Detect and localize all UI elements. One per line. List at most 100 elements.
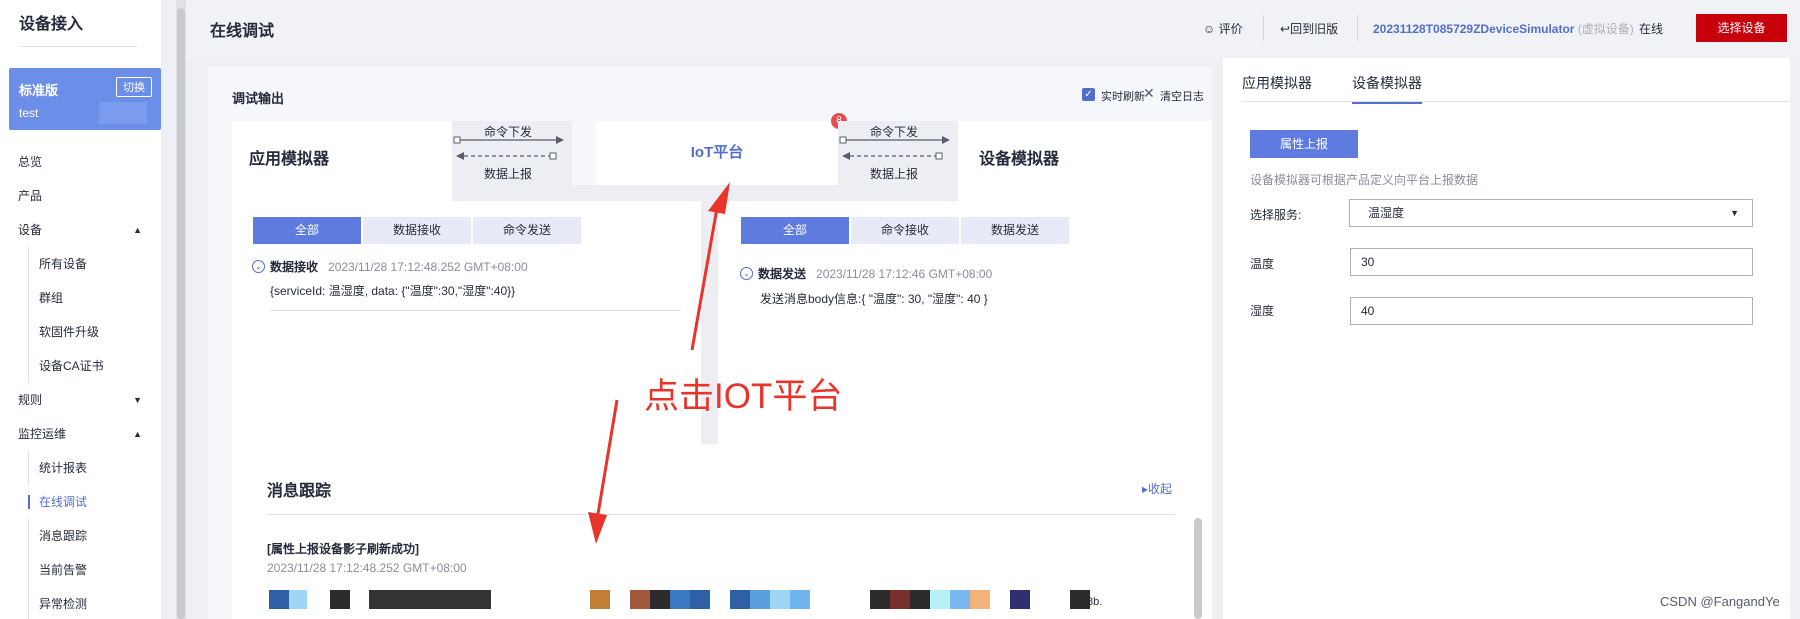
right-edge [1790,58,1800,619]
app-simulator-box: 应用模拟器 [232,121,452,211]
back-to-old-link[interactable]: ↩回到旧版 [1280,20,1338,37]
sidebar-item-rules[interactable]: 规则 ▼ [0,383,161,417]
tabs-divider [1242,101,1792,102]
sidebar-item-label: 消息跟踪 [39,529,88,543]
tab-command-send[interactable]: 命令发送 [473,217,581,244]
sidebar-menu: 总览 产品 设备 ▲ 所有设备 群组 软固件升级 设备CA证书 规则 ▼ 监控运维 ▲… [0,145,161,619]
page-title: 在线调试 [210,23,275,40]
collapse-icon[interactable]: ⌄ [252,260,265,273]
device-simulator-label: 设备模拟器 [979,151,1060,168]
sidebar-item-label: 总览 [18,155,43,169]
collapse-link[interactable]: ▸收起 [1142,480,1172,497]
service-select[interactable]: 温湿度 ▼ [1349,199,1753,227]
device-link[interactable]: 20231128T085729ZDeviceSimulator (虚拟设备) [1373,20,1634,37]
log-kind: 数据接收 [270,260,319,274]
redacted-block [770,590,790,609]
sidebar-item-product[interactable]: 产品 [0,179,161,213]
header-divider [1357,15,1358,41]
sidebar-item-firmware[interactable]: 软固件升级 [0,315,161,349]
tab-data-send[interactable]: 数据发送 [961,217,1069,244]
dropdown-icon: ▼ [1730,208,1739,218]
caret-down-icon: ▼ [133,395,142,405]
app-log-entry-header: ⌄ 数据接收 2023/11/28 17:12:48.252 GMT+08:00 [252,258,528,275]
sidebar-item-ops[interactable]: 监控运维 ▲ [0,417,161,451]
trace-scrollbar-thumb[interactable] [1194,518,1202,619]
redacted-block [650,590,670,609]
device-log-tabs: 全部 命令接收 数据发送 [741,217,1069,244]
clear-log-button[interactable]: 清空日志 [1160,88,1204,104]
flow-right: 命令下发 数据上报 [838,121,958,201]
collapse-label: 收起 [1148,482,1173,496]
rate-label: 评价 [1218,22,1243,36]
tab-data-receive[interactable]: 数据接收 [363,217,471,244]
back-icon: ↩ [1280,22,1291,36]
collapse-icon[interactable]: ⌄ [740,267,753,280]
sidebar-item-device[interactable]: 设备 ▲ [0,213,161,247]
tab-command-receive[interactable]: 命令接收 [851,217,959,244]
caret-up-icon: ▲ [133,225,142,235]
sidebar-item-reports[interactable]: 统计报表 [0,451,161,485]
redacted-block [970,590,990,609]
debug-output-title: 调试输出 [232,91,285,106]
watermark: CSDN @FangandYe [1660,594,1780,609]
sidebar-scrollbar-thumb[interactable] [177,8,185,619]
log-time: 2023/11/28 17:12:46 GMT+08:00 [816,266,993,281]
edition-switch-button[interactable]: 切换 [116,77,152,97]
redacted-block [910,590,930,609]
sidebar-item-label: 群组 [39,291,64,305]
simulator-tabs: 应用模拟器 设备模拟器 [1242,73,1422,104]
sidebar-item-label: 软固件升级 [39,325,100,339]
log-divider [270,310,681,311]
tab-device-simulator[interactable]: 设备模拟器 [1352,73,1422,104]
tab-app-simulator[interactable]: 应用模拟器 [1242,73,1312,104]
caret-up-icon: ▲ [133,429,142,439]
app-log-tabs: 全部 数据接收 命令发送 [253,217,581,244]
edition-name: 标准版 [19,83,59,98]
sidebar-item-label: 设备CA证书 [39,359,104,373]
flow-left: 命令下发 数据上报 [452,121,572,201]
sidebar-item-label: 监控运维 [18,427,67,441]
edition-card: 标准版 切换 test [9,68,161,130]
tab-all[interactable]: 全部 [741,217,849,244]
temperature-input[interactable]: 30 [1350,248,1753,276]
trace-tail-text: 8b. [1087,596,1103,608]
iot-platform-button[interactable]: IoT平台 [596,121,838,185]
redacted-block [1010,590,1030,609]
header-divider [1263,15,1264,41]
humidity-label: 湿度 [1250,304,1275,318]
device-tag: (虚拟设备) [1577,22,1634,36]
page-header: 在线调试 ☺ 评价 ↩回到旧版 20231128T085729ZDeviceSi… [186,0,1800,58]
realtime-checkbox[interactable]: ✓ [1082,88,1095,101]
redacted-block [750,590,770,609]
sidebar-item-label: 设备 [18,223,43,237]
redacted-block [690,590,710,609]
property-report-button[interactable]: 属性上报 [1250,130,1358,158]
redacted-block [950,590,970,609]
sidebar-item-online-debug[interactable]: 在线调试 [0,485,161,519]
sidebar-divider [19,46,137,47]
rate-link[interactable]: ☺ 评价 [1203,20,1243,37]
trace-message: [属性上报设备影子刷新成功] [267,542,419,556]
redacted-block [890,590,910,609]
sidebar-item-message-trace[interactable]: 消息跟踪 [0,519,161,553]
sidebar-item-anomaly[interactable]: 异常检测 [0,587,161,619]
sidebar-item-overview[interactable]: 总览 [0,145,161,179]
instance-name: test [19,106,39,120]
service-label: 选择服务: [1250,208,1302,222]
debug-output-panel: 调试输出 ✓ 实时刷新 ✕ 清空日志 应用模拟器 命令下发 数据上报 IoT平台… [208,67,1212,619]
select-device-button[interactable]: 选择设备 [1696,14,1787,42]
sidebar-item-alarms[interactable]: 当前告警 [0,553,161,587]
humidity-input[interactable]: 40 [1350,297,1753,325]
redacted-block [590,590,610,609]
tab-all[interactable]: 全部 [253,217,361,244]
log-time: 2023/11/28 17:12:48.252 GMT+08:00 [328,259,528,274]
clear-icon[interactable]: ✕ [1143,85,1155,102]
sidebar-item-groups[interactable]: 群组 [0,281,161,315]
sidebar-item-all-devices[interactable]: 所有设备 [0,247,161,281]
redacted-block [289,590,307,609]
simulator-panel: 应用模拟器 设备模拟器 属性上报 设备模拟器可根据产品定义向平台上报数据 选择服… [1223,58,1800,619]
sidebar-item-ca-cert[interactable]: 设备CA证书 [0,349,161,383]
app-simulator-label: 应用模拟器 [249,151,330,168]
realtime-label: 实时刷新 [1101,91,1145,103]
sidebar-gap [161,0,177,619]
